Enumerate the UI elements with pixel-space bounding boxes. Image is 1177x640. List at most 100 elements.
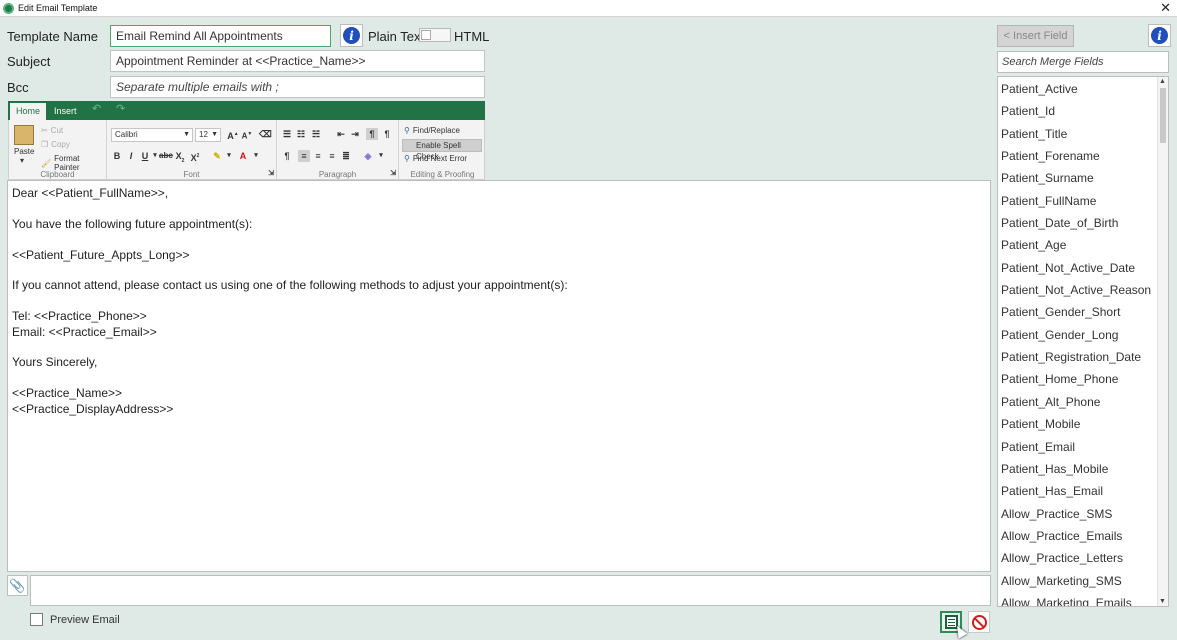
merge-field-item[interactable]: Allow_Marketing_Emails <box>998 592 1158 606</box>
cancel-button[interactable] <box>968 611 990 633</box>
merge-field-item[interactable]: Patient_Home_Phone <box>998 368 1158 390</box>
window-title: Edit Email Template <box>18 3 98 13</box>
highlight-dropdown-icon[interactable]: ▾ <box>223 150 235 162</box>
ltr-icon[interactable]: ¶ <box>366 128 378 140</box>
copy-button[interactable]: ❐ Copy <box>41 140 70 149</box>
merge-field-item[interactable]: Patient_Mobile <box>998 413 1158 435</box>
rtl-icon[interactable]: ¶ <box>381 128 393 140</box>
font-color-dropdown-icon[interactable]: ▾ <box>250 150 262 162</box>
justify-icon[interactable]: ≣ <box>340 150 352 162</box>
close-icon[interactable]: ✕ <box>1160 0 1171 16</box>
paste-dropdown-icon[interactable]: ▾ <box>20 156 24 165</box>
highlight-icon[interactable]: ✎ <box>211 150 223 162</box>
clipboard-group-label: Clipboard <box>40 170 75 179</box>
paste-button[interactable]: Paste <box>14 147 34 156</box>
shrink-font-icon[interactable]: A▼ <box>241 128 253 141</box>
font-size-select[interactable]: 12 ▼ <box>195 128 221 142</box>
font-color-icon[interactable]: A <box>237 150 249 162</box>
decrease-indent-icon[interactable]: ⇤ <box>335 128 347 140</box>
bcc-placeholder: Separate multiple emails with ; <box>116 80 279 94</box>
bcc-label: Bcc <box>7 80 29 95</box>
body-line: Email: <<Practice_Email>> <box>12 324 157 339</box>
attach-button[interactable]: 📎 <box>7 575 28 596</box>
font-family-select[interactable]: Calibri ▼ <box>111 128 193 142</box>
merge-field-item[interactable]: Patient_Title <box>998 123 1158 145</box>
body-line: Dear <<Patient_FullName>>, <box>12 186 169 200</box>
scrollbar[interactable]: ▲ ▼ <box>1157 77 1168 606</box>
template-name-input[interactable]: Email Remind All Appointments <box>110 25 331 47</box>
clear-format-icon[interactable]: ⌫ <box>259 128 272 140</box>
superscript-icon[interactable]: X2 <box>189 150 201 163</box>
email-body-editor[interactable]: Dear <<Patient_FullName>>, You have the f… <box>7 180 991 572</box>
align-center-icon[interactable]: ≡ <box>312 150 324 162</box>
merge-field-item[interactable]: Patient_Date_of_Birth <box>998 212 1158 234</box>
merge-field-item[interactable]: Patient_Not_Active_Date <box>998 257 1158 279</box>
show-marks-icon[interactable]: ¶ <box>281 150 293 162</box>
cut-icon: ✂ <box>41 126 48 135</box>
merge-field-item[interactable]: Allow_Practice_SMS <box>998 503 1158 525</box>
paragraph-group-label: Paragraph <box>318 170 357 179</box>
cut-button[interactable]: ✂ Cut <box>41 126 63 135</box>
merge-field-item[interactable]: Patient_Alt_Phone <box>998 391 1158 413</box>
scroll-down-icon[interactable]: ▼ <box>1159 598 1166 605</box>
body-line <box>12 201 986 216</box>
subject-input[interactable]: Appointment Reminder at <<Practice_Name>… <box>110 50 485 72</box>
find-replace-button[interactable]: ⚲ Find/Replace <box>404 126 460 135</box>
insert-field-button[interactable]: < Insert Field <box>997 25 1074 47</box>
merge-field-item[interactable]: Patient_Email <box>998 436 1158 458</box>
italic-icon[interactable]: I <box>125 150 137 162</box>
increase-indent-icon[interactable]: ⇥ <box>349 128 361 140</box>
bullets-icon[interactable]: ☰ <box>281 128 293 140</box>
merge-field-item[interactable]: Patient_FullName <box>998 190 1158 212</box>
merge-field-item[interactable]: Patient_Id <box>998 100 1158 122</box>
font-family-value: Calibri <box>115 130 138 139</box>
tab-home[interactable]: Home <box>10 103 47 120</box>
tab-insert[interactable]: Insert <box>48 103 83 120</box>
merge-field-item[interactable]: Patient_Gender_Long <box>998 324 1158 346</box>
merge-field-item[interactable]: Patient_Active <box>998 78 1158 100</box>
merge-field-item[interactable]: Patient_Forename <box>998 145 1158 167</box>
merge-field-item[interactable]: Patient_Has_Email <box>998 480 1158 502</box>
shading-dropdown-icon[interactable]: ▾ <box>375 150 387 162</box>
align-right-icon[interactable]: ≡ <box>326 150 338 162</box>
undo-icon[interactable]: ↶ <box>92 102 101 115</box>
brush-icon: 🖌 <box>41 158 52 168</box>
grow-font-icon[interactable]: A▲ <box>227 128 239 141</box>
preview-email-checkbox[interactable]: Preview Email <box>30 613 120 626</box>
body-line <box>12 340 986 355</box>
align-left-icon[interactable]: ≡ <box>298 150 310 162</box>
bcc-input[interactable]: Separate multiple emails with ; <box>110 76 485 98</box>
merge-field-items: Patient_Active Patient_Id Patient_Title Pat… <box>998 77 1158 606</box>
bold-icon[interactable]: B <box>111 150 123 162</box>
merge-field-item[interactable]: Patient_Surname <box>998 167 1158 189</box>
shading-icon[interactable]: ◈ <box>362 150 374 162</box>
redo-icon[interactable]: ↷ <box>116 102 125 115</box>
merge-field-item[interactable]: Patient_Not_Active_Reason <box>998 279 1158 301</box>
checkbox[interactable] <box>30 613 43 626</box>
format-toggle[interactable] <box>419 28 451 42</box>
paste-icon[interactable] <box>14 125 34 145</box>
subscript-icon[interactable]: X2 <box>174 150 186 164</box>
scroll-thumb[interactable] <box>1160 88 1166 143</box>
body-line <box>12 294 986 309</box>
merge-field-search-input[interactable]: Search Merge Fields <box>997 51 1169 73</box>
merge-field-item[interactable]: Patient_Has_Mobile <box>998 458 1158 480</box>
body-line: <<Practice_DisplayAddress>> <box>12 401 174 416</box>
strikethrough-icon[interactable]: abc <box>159 150 173 162</box>
merge-field-item[interactable]: Allow_Marketing_SMS <box>998 570 1158 592</box>
merge-field-item[interactable]: Patient_Registration_Date <box>998 346 1158 368</box>
merge-field-item[interactable]: Patient_Age <box>998 234 1158 256</box>
scroll-up-icon[interactable]: ▲ <box>1159 78 1166 85</box>
info-button[interactable]: i <box>340 24 363 47</box>
merge-info-button[interactable]: i <box>1148 24 1171 47</box>
attachments-box[interactable] <box>30 575 991 606</box>
merge-field-item[interactable]: Patient_Gender_Short <box>998 301 1158 323</box>
numbering-icon[interactable]: ☷ <box>295 128 307 140</box>
merge-field-item[interactable]: Allow_Practice_Letters <box>998 547 1158 569</box>
multilevel-list-icon[interactable]: ☵ <box>310 128 322 140</box>
spell-error-icon: ⚲ <box>404 154 410 163</box>
chevron-down-icon: ▼ <box>211 131 218 138</box>
enable-spell-check-button[interactable]: Enable Spell Check <box>402 139 482 161</box>
font-group-label: Font <box>183 170 200 179</box>
merge-field-item[interactable]: Allow_Practice_Emails <box>998 525 1158 547</box>
